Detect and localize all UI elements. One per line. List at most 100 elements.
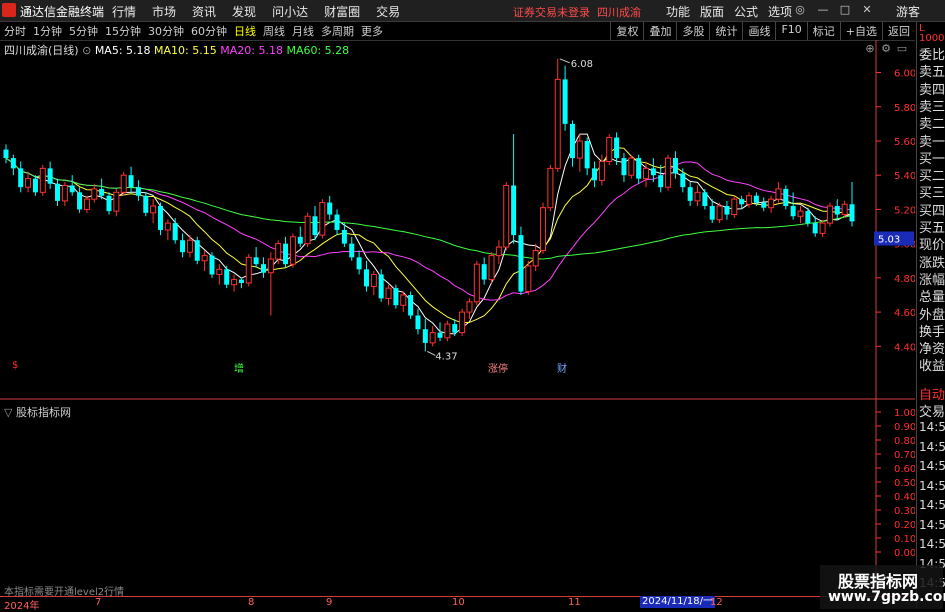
candle-body [164, 222, 171, 231]
menu-item-options[interactable]: 选项 [768, 3, 792, 20]
period-tab-5[interactable]: 60分钟 [191, 23, 227, 39]
menu-item-layout[interactable]: 版面 [700, 3, 724, 20]
tick-time-0: 14:56 [919, 420, 945, 434]
candle-body [25, 178, 32, 188]
candle-body [356, 257, 362, 270]
candle-body [746, 195, 753, 205]
menu-item-trade[interactable]: 交易 [376, 3, 400, 20]
kline-chart[interactable]: 6.005.805.605.405.205.004.804.604.40 1.0… [0, 40, 915, 596]
period-tab-10[interactable]: 更多 [361, 23, 383, 39]
candle-body [481, 264, 487, 280]
candle-body [143, 195, 149, 213]
candle-body [606, 137, 613, 163]
high-pointer [559, 58, 570, 64]
candle-body [819, 222, 826, 234]
tick-time-5: 14:56 [919, 517, 945, 532]
candle-body [3, 149, 9, 159]
candle-body [400, 294, 407, 306]
candle-body [275, 243, 282, 260]
menu-item-wealth[interactable]: 财富圈 [324, 3, 360, 20]
candle-body [562, 79, 568, 124]
candle-body [488, 255, 495, 281]
candle-body [39, 167, 46, 193]
low-pointer [427, 350, 436, 356]
menu-item-quotes[interactable]: 行情 [112, 3, 136, 20]
candle-body [812, 223, 818, 234]
quote-field-0: 委比 [919, 48, 945, 63]
candle-body [128, 175, 134, 188]
tool-button-0[interactable]: 复权 [610, 22, 643, 40]
candle-body [18, 168, 24, 188]
quote-field-13: 涨幅 [919, 272, 945, 288]
menu-item-formula[interactable]: 公式 [734, 3, 758, 20]
tool-button-8[interactable]: 返回 [882, 22, 915, 40]
menu-item-function[interactable]: 功能 [666, 3, 690, 20]
tool-button-7[interactable]: +自选 [839, 22, 882, 40]
quote-field-6: 买一 [919, 151, 945, 167]
candle-body [540, 207, 547, 251]
candle-body [238, 279, 244, 283]
tool-button-6[interactable]: 标记 [806, 22, 840, 40]
time-label-dec: 12 [710, 597, 723, 608]
app-title: 通达信金融终端 [20, 5, 105, 19]
menu-item-assistant[interactable]: 问小达 [272, 3, 308, 20]
period-tab-9[interactable]: 多周期 [321, 23, 354, 39]
candle-body [797, 210, 804, 217]
period-tabs: 分时 1分钟 5分钟 15分钟 30分钟 60分钟 日线 周线 月线 多周期 更多 [4, 23, 390, 39]
headset-icon[interactable]: ◎ [793, 3, 807, 17]
candle-body [452, 324, 458, 333]
candle-body [518, 235, 524, 292]
tool-button-1[interactable]: 叠加 [643, 22, 676, 40]
tool-button-3[interactable]: 统计 [709, 22, 742, 40]
quote-field-11: 现价 [919, 238, 945, 254]
candle-body [783, 188, 789, 206]
ma10-line [5, 147, 853, 324]
tool-button-2[interactable]: 多股 [676, 22, 709, 40]
candle-body [547, 167, 554, 209]
quote-field-16: 换手 [919, 324, 945, 340]
event-marker-limit-up[interactable]: 涨停 [488, 360, 508, 375]
close-icon[interactable]: ✕ [860, 3, 874, 17]
period-tab-4[interactable]: 30分钟 [148, 23, 184, 39]
panel-level-badge[interactable]: L 1000 [919, 24, 945, 44]
tool-button-4[interactable]: 画线 [742, 22, 775, 40]
candle-body [628, 157, 635, 176]
candle-body [739, 199, 745, 205]
period-tab-7[interactable]: 周线 [263, 23, 285, 39]
candle-body [267, 258, 274, 274]
candle-body [209, 255, 215, 275]
menu-item-news[interactable]: 资讯 [192, 3, 216, 20]
period-tab-3[interactable]: 15分钟 [105, 23, 141, 39]
candle-body [297, 236, 303, 244]
maximize-icon[interactable]: □ [838, 3, 852, 17]
candle-body [554, 78, 561, 169]
candle-body [768, 198, 775, 209]
minimize-icon[interactable]: — [816, 3, 830, 17]
expand-icon[interactable]: ▽ [4, 406, 12, 419]
tool-button-5[interactable]: F10 [775, 22, 806, 40]
period-tab-8[interactable]: 月线 [292, 23, 314, 39]
period-tab-6[interactable]: 日线 [234, 23, 256, 39]
price-tick-label: 5.40 [894, 171, 915, 182]
candle-body [753, 195, 759, 203]
quote-field-10: 买五 [919, 221, 945, 236]
time-label-year: 2024年 [4, 601, 40, 612]
price-tick-label: 4.40 [894, 342, 915, 353]
tick-time-1: 14:56 [919, 439, 945, 454]
quote-field-12: 涨跌 [919, 255, 945, 271]
event-marker-dividend[interactable]: $ [12, 360, 18, 371]
guest-label[interactable]: 游客 [896, 3, 920, 20]
period-tab-0[interactable]: 分时 [4, 23, 26, 39]
menu-item-discover[interactable]: 发现 [232, 3, 256, 20]
period-tab-1[interactable]: 1分钟 [33, 23, 62, 39]
login-warning[interactable]: 证券交易未登录 四川成渝 [513, 4, 641, 20]
event-marker-finance[interactable]: 财 [557, 360, 567, 375]
candle-body [576, 140, 583, 159]
menu-item-market[interactable]: 市场 [152, 3, 176, 20]
candle-body [532, 249, 539, 267]
period-tab-2[interactable]: 5分钟 [69, 23, 98, 39]
trade-field-1[interactable]: 交易 [919, 401, 945, 420]
event-marker-increase[interactable]: 增 [234, 360, 244, 375]
candle-body [429, 332, 436, 344]
candle-body [459, 311, 466, 334]
